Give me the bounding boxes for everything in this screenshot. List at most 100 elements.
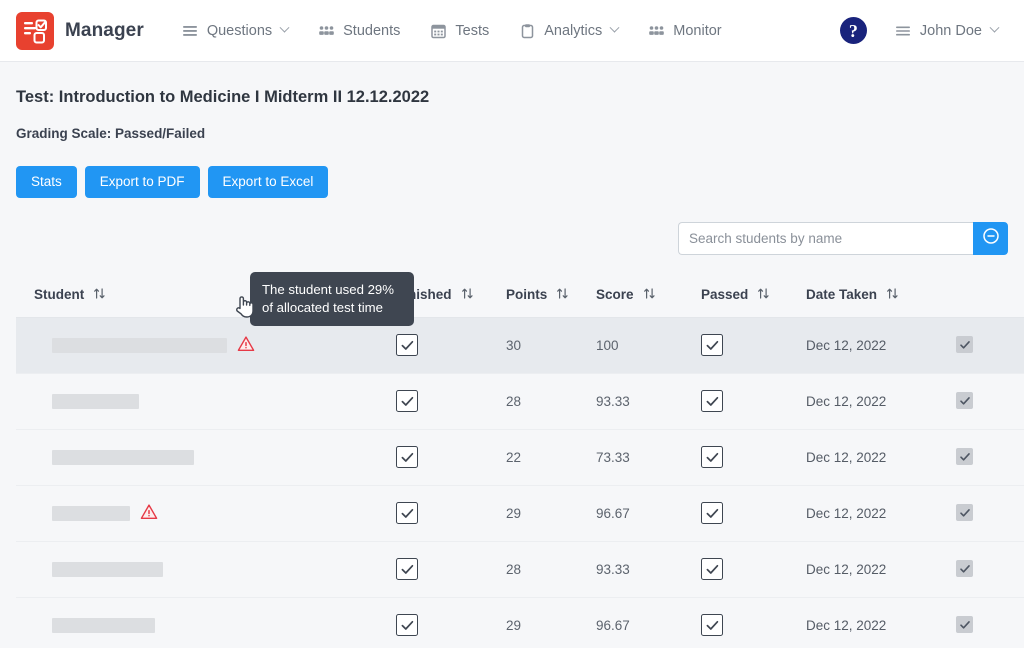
finished-checkbox[interactable] [396,446,418,468]
column-label: Date Taken [806,287,877,302]
column-label: Passed [701,287,748,302]
cell-email [276,597,396,648]
cell-select [956,485,1024,541]
cell-email [276,317,396,373]
nav-item-questions[interactable]: Questions [180,19,290,43]
warning-triangle-icon[interactable] [237,335,255,356]
finished-checkbox[interactable] [396,558,418,580]
sort-updown-icon [556,287,569,303]
nav-item-monitor[interactable]: Monitor [646,19,723,43]
passed-checkbox[interactable] [701,334,723,356]
column-header-finished[interactable]: Finished [396,273,506,318]
cell-score: 93.33 [596,541,701,597]
finished-checkbox[interactable] [396,502,418,524]
passed-checkbox[interactable] [701,390,723,412]
cell-email [276,485,396,541]
export-pdf-button[interactable]: Export to PDF [85,166,200,198]
cell-email [276,429,396,485]
menu-icon [895,23,912,39]
nav-item-label: Tests [455,23,489,39]
sort-updown-icon [643,287,656,303]
redacted-student-name [52,618,155,633]
navbar-right: ? John Doe [840,17,1008,44]
sort-updown-icon [93,287,106,303]
cell-points: 28 [506,373,596,429]
table-row[interactable]: 2996.67Dec 12, 2022 [16,597,1024,648]
cell-select [956,373,1024,429]
cell-passed [701,317,806,373]
table-row[interactable]: 2893.33Dec 12, 2022 [16,373,1024,429]
cell-finished [396,485,506,541]
warning-triangle-icon[interactable] [140,503,158,524]
passed-checkbox[interactable] [701,558,723,580]
cell-select [956,597,1024,648]
nav-item-students[interactable]: Students [316,19,402,43]
finished-checkbox[interactable] [396,614,418,636]
cell-select [956,429,1024,485]
clipboard-icon [519,23,536,39]
column-header-email[interactable]: Email [276,273,396,318]
list-icon [182,23,199,39]
table-row[interactable]: 2273.33Dec 12, 2022 [16,429,1024,485]
cell-select [956,541,1024,597]
row-select-checkbox[interactable] [956,336,973,353]
finished-checkbox[interactable] [396,334,418,356]
cell-score: 96.67 [596,485,701,541]
cell-select [956,317,1024,373]
passed-checkbox[interactable] [701,502,723,524]
students-table-wrapper: Student Email [16,273,1008,648]
sort-updown-icon [461,287,474,303]
column-header-passed[interactable]: Passed [701,273,806,318]
redacted-student-name [52,338,227,353]
row-select-checkbox[interactable] [956,448,973,465]
column-label: Finished [396,287,452,302]
cell-email [276,373,396,429]
nav-item-analytics[interactable]: Analytics [517,19,620,43]
row-select-checkbox[interactable] [956,504,973,521]
brand-logo[interactable]: Manager [16,12,144,50]
cell-date-taken: Dec 12, 2022 [806,485,956,541]
search-input[interactable] [678,222,973,255]
nav-item-tests[interactable]: Tests [428,19,491,43]
search-row [16,222,1008,255]
minus-circle-icon [982,227,1000,250]
chevron-down-icon [990,23,1000,33]
chevron-down-icon [610,23,620,33]
cell-finished [396,597,506,648]
column-header-date-taken[interactable]: Date Taken [806,273,956,318]
checklist-logo-icon [16,12,54,50]
cell-student [16,541,276,597]
calendar-icon [430,23,447,39]
help-icon[interactable]: ? [840,17,867,44]
column-header-points[interactable]: Points [506,273,596,318]
cell-passed [701,429,806,485]
search-submit-button[interactable] [973,222,1008,255]
column-label: Student [34,287,84,302]
cell-finished [396,429,506,485]
cell-passed [701,485,806,541]
table-header-row: Student Email [16,273,1024,318]
cell-points: 30 [506,317,596,373]
row-select-checkbox[interactable] [956,616,973,633]
cell-score: 100 [596,317,701,373]
row-select-checkbox[interactable] [956,560,973,577]
redacted-student-name [52,562,163,577]
export-excel-button[interactable]: Export to Excel [208,166,329,198]
finished-checkbox[interactable] [396,390,418,412]
column-header-score[interactable]: Score [596,273,701,318]
table-body: 30100Dec 12, 20222893.33Dec 12, 20222273… [16,317,1024,648]
cell-passed [701,373,806,429]
passed-checkbox[interactable] [701,446,723,468]
action-buttons: Stats Export to PDF Export to Excel [16,166,1008,198]
cell-score: 93.33 [596,373,701,429]
stats-button[interactable]: Stats [16,166,77,198]
user-menu[interactable]: John Doe [893,19,1000,43]
passed-checkbox[interactable] [701,614,723,636]
row-select-checkbox[interactable] [956,392,973,409]
column-label: Points [506,287,547,302]
redacted-student-name [52,506,130,521]
table-row[interactable]: 2996.67Dec 12, 2022 [16,485,1024,541]
table-row[interactable]: 30100Dec 12, 2022 [16,317,1024,373]
table-row[interactable]: 2893.33Dec 12, 2022 [16,541,1024,597]
cell-points: 28 [506,541,596,597]
